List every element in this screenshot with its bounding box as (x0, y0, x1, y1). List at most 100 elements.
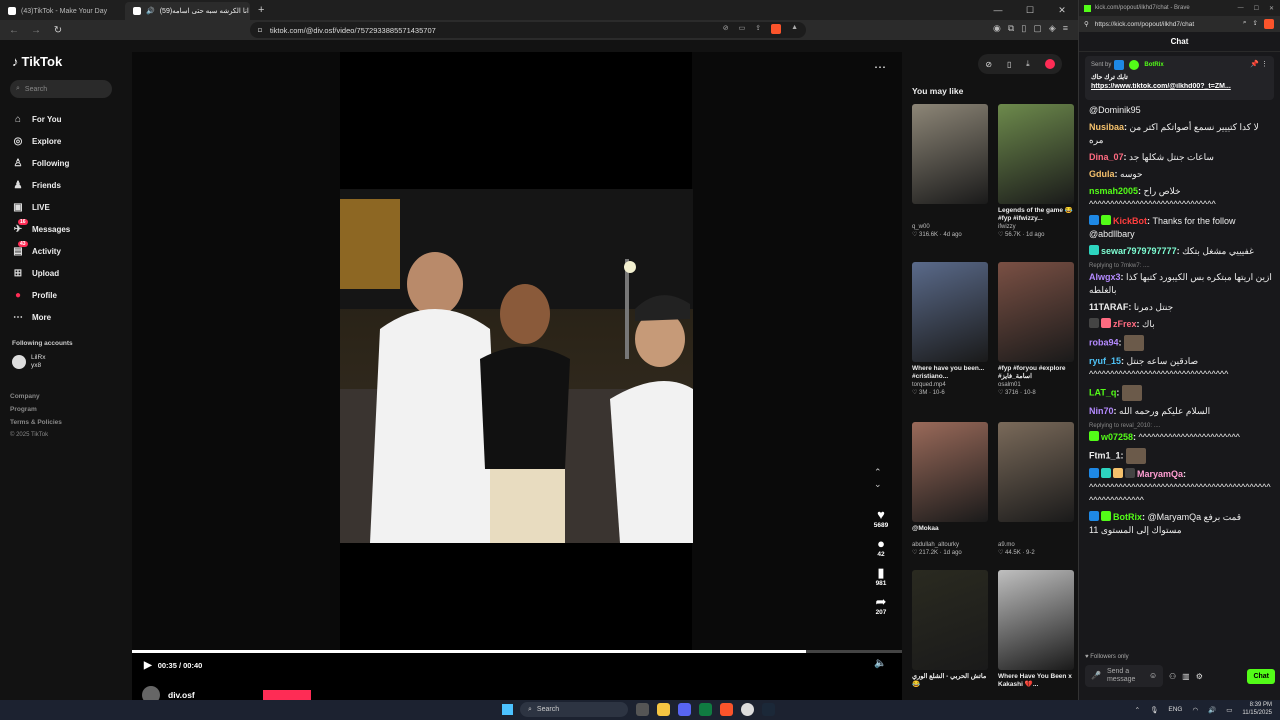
chat-message[interactable]: Alwgx3: ازين اريتها مبتكره بس الكيبورد ك… (1089, 271, 1272, 297)
discord-icon[interactable] (678, 703, 691, 716)
video-author[interactable]: abdullah_altourky (912, 541, 988, 549)
tab-tiktok-home[interactable]: (43)TikTok - Make Your Day (0, 2, 125, 20)
mic-tray-icon[interactable]: 🎙 (1150, 706, 1158, 714)
video-player[interactable]: ⋯ ⌃ ⌄ ♥ 5689 ● 42 ▮ 981 ➦ 207 ▶ 00:35 / … (132, 52, 902, 704)
wifi-icon[interactable]: ◠ (1192, 706, 1198, 714)
video-thumbnail[interactable] (912, 262, 988, 362)
next-video-icon[interactable]: ⌄ (874, 478, 882, 490)
taskbar-search[interactable]: ⌕ Search (520, 702, 628, 717)
chat-message[interactable]: Dina_07: ساعات جنتل شكلها جد (1089, 151, 1272, 164)
video-author[interactable]: ifwizzy (998, 223, 1074, 231)
recommended-video-card[interactable]: #fyp #foryou #explore #اسامة_فايز osalm01… (998, 262, 1074, 397)
brave-shields-icon[interactable] (1264, 19, 1274, 29)
zoom-icon[interactable]: ⌕ (1243, 19, 1247, 29)
clock[interactable]: 8:39 PM 11/15/2025 (1242, 702, 1272, 717)
chat-message[interactable]: roba94: (1089, 335, 1272, 351)
file-explorer-icon[interactable] (657, 703, 670, 716)
brave-icon[interactable] (720, 703, 733, 716)
language-indicator[interactable]: ENG (1168, 706, 1182, 713)
recommended-video-card[interactable]: Legends of the game 😂 #fyp #ifwizzy... if… (998, 104, 1074, 239)
video-author[interactable]: osalm01 (998, 381, 1074, 389)
recommended-video-card[interactable]: q_w00 ♡ 316.6K · 4d ago (912, 104, 988, 239)
new-tab-button[interactable]: + (258, 4, 264, 16)
task-view-icon[interactable] (636, 703, 649, 716)
pinned-message[interactable]: Sent by BotRix تابك ترك حاك https://www.… (1085, 56, 1274, 100)
chat-message[interactable]: Nin70: السلام عليكم ورحمه الله (1089, 405, 1272, 418)
video-thumbnail[interactable] (998, 104, 1074, 204)
video-thumbnail[interactable] (998, 422, 1074, 522)
phone-icon[interactable]: ▯ (1007, 60, 1011, 69)
close-button[interactable]: ✕ (1269, 5, 1274, 12)
steam-icon[interactable] (762, 703, 775, 716)
record-icon[interactable] (1044, 59, 1055, 69)
chat-username[interactable]: Nin70 (1089, 406, 1114, 416)
chat-username[interactable]: Ftm1_1 (1089, 450, 1121, 460)
chat-input[interactable]: 🎤 Send a message ☺ (1085, 665, 1163, 687)
chat-message[interactable]: BotRix: @MaryamQa قمت برفع مستواك إلى ال… (1089, 511, 1272, 537)
battery-icon[interactable]: ▭ (1226, 706, 1232, 714)
video-frame[interactable] (340, 189, 693, 543)
site-info-icon[interactable]: ⚲ (1084, 20, 1089, 28)
chat-message[interactable]: Nusibaa: لا كدا كتييير نسمع أصواتكم اكتر… (1089, 121, 1272, 147)
block-icon[interactable]: ⊘ (985, 60, 992, 69)
share-button[interactable]: ➦ 207 (867, 595, 895, 617)
nav-item-explore[interactable]: ◎ Explore (12, 130, 127, 152)
video-author[interactable]: a9.mo (998, 541, 1074, 549)
close-button[interactable]: ✕ (1046, 0, 1078, 20)
chat-username[interactable]: nsmah2005 (1089, 186, 1138, 196)
maximize-button[interactable]: ☐ (1014, 0, 1046, 20)
video-thumbnail[interactable] (998, 262, 1074, 362)
nav-item-following[interactable]: ♙ Following (12, 152, 127, 174)
video-thumbnail[interactable] (912, 104, 988, 204)
start-icon[interactable] (502, 704, 513, 715)
chat-message[interactable]: zFrex: باك (1089, 318, 1272, 331)
play-icon[interactable]: ▶ (144, 660, 152, 671)
chat-username[interactable]: w07258 (1101, 432, 1133, 442)
chat-message[interactable]: sewar7979797777: غفيييي مشغل بتكك (1089, 245, 1272, 258)
nav-item-profile[interactable]: ● Profile (12, 284, 127, 306)
chat-username[interactable]: Gdula (1089, 169, 1115, 179)
chat-username[interactable]: LAT_q (1089, 387, 1116, 397)
chat-username[interactable]: KickBot (1113, 216, 1147, 226)
volume-tray-icon[interactable]: 🔊 (1208, 706, 1216, 714)
wallet-icon[interactable]: ▢ (1033, 23, 1042, 34)
rewards-icon[interactable]: ▲ (791, 24, 798, 36)
obs-icon[interactable] (741, 703, 754, 716)
chat-message[interactable]: ryuf_15: صادقين ساعه جنتل ^^^^^^^^^^^^^^… (1089, 355, 1272, 381)
nav-item-friends[interactable]: ♟ Friends (12, 174, 127, 196)
chat-username[interactable]: 11TARAF (1089, 302, 1128, 312)
reader-icon[interactable]: ⊘ (723, 24, 729, 36)
maximize-button[interactable]: ☐ (1254, 5, 1259, 12)
tray-chevron-icon[interactable]: ⌃ (1135, 706, 1140, 714)
emoji-icon[interactable]: ☺ (1149, 672, 1157, 680)
vpn-icon[interactable]: ◈ (1049, 23, 1056, 34)
search-input[interactable]: ⌕ Search (10, 80, 112, 98)
chat-username[interactable]: Dina_07 (1089, 152, 1124, 162)
more-options-icon[interactable]: ⋯ (874, 60, 886, 74)
chat-username[interactable]: sewar7979797777 (1101, 246, 1177, 256)
chat-username[interactable]: zFrex (1113, 319, 1137, 329)
video-thumbnail[interactable] (998, 570, 1074, 670)
points-icon[interactable]: ⚇ (1169, 672, 1176, 681)
video-thumbnail[interactable] (912, 422, 988, 522)
mic-icon[interactable]: 🎤 (1091, 672, 1101, 680)
chat-message[interactable]: MaryamQa: ^^^^^^^^^^^^^^^^^^^^^^^^^^^^^^… (1089, 468, 1272, 507)
footer-link[interactable]: Company (10, 390, 62, 403)
store-icon[interactable]: ▥ (1182, 672, 1190, 681)
chat-username[interactable]: ryuf_15 (1089, 356, 1121, 366)
recommended-video-card[interactable]: Where have you been... #cristiano... torq… (912, 262, 988, 397)
nav-item-more[interactable]: ⋯ More (12, 306, 127, 328)
pin-icon[interactable]: 📌 ⋮ (1250, 60, 1268, 68)
footer-link[interactable]: Program (10, 403, 62, 416)
nav-item-messages[interactable]: ✈ 16 Messages (12, 218, 127, 240)
chat-address-bar[interactable]: ⚲ https://kick.com/popout/ilkhd7/chat ⌕ … (1079, 16, 1280, 32)
settings-icon[interactable]: ⚙ (1196, 672, 1203, 681)
nav-item-upload[interactable]: ⊞ Upload (12, 262, 127, 284)
pinned-link[interactable]: https://www.tiktok.com/@ilkhd00?_t=ZM... (1091, 83, 1268, 90)
prev-video-icon[interactable]: ⌃ (874, 466, 882, 478)
tiktok-logo[interactable]: ♪ TikTok (12, 54, 62, 69)
share-icon[interactable]: ⇪ (755, 24, 761, 36)
chat-message[interactable]: 11TARAF: جنتل دمرنا (1089, 301, 1272, 314)
nav-item-live[interactable]: ▣ LIVE (12, 196, 127, 218)
bookmark-icon[interactable]: ⌑ (258, 26, 262, 35)
